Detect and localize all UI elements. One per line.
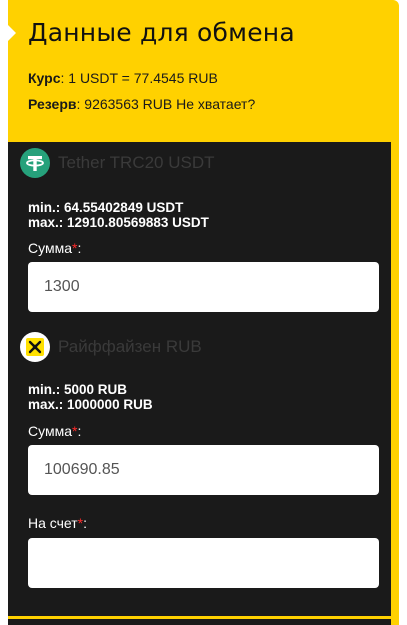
account-input[interactable] — [28, 538, 379, 588]
give-amount-value: 1300 — [44, 278, 80, 295]
page-title: Данные для обмена — [28, 18, 295, 47]
reserve-label: Резерв — [28, 96, 77, 112]
exchange-rate: Курс: 1 USDT = 77.4545 RUB — [28, 70, 218, 86]
reserve-value: : 9263563 RUB — [76, 96, 177, 112]
panel-notch — [8, 25, 16, 41]
form-bottom-edge — [8, 616, 391, 625]
get-amount-label: Сумма*: — [28, 423, 82, 439]
rate-label: Курс — [28, 70, 61, 86]
exchange-form: Tether TRC20 USDT min.: 64.55402849 USDT… — [8, 142, 391, 616]
give-amount-input[interactable]: 1300 — [28, 262, 379, 312]
give-currency-name: Tether TRC20 USDT — [58, 153, 215, 172]
give-limits: min.: 64.55402849 USDT max.: 12910.80569… — [28, 200, 209, 230]
not-enough-link[interactable]: Не хватает? — [176, 96, 255, 112]
get-currency-header: Райффайзен RUB — [20, 332, 202, 362]
get-amount-value: 100690.85 — [44, 461, 120, 478]
get-min: min.: 5000 RUB — [28, 382, 128, 397]
get-limits: min.: 5000 RUB max.: 1000000 RUB — [28, 382, 153, 412]
rate-value: : 1 USDT = 77.4545 RUB — [60, 70, 218, 86]
give-currency-header: Tether TRC20 USDT — [20, 148, 215, 178]
tether-icon — [20, 148, 50, 178]
give-max: max.: 12910.80569883 USDT — [28, 215, 209, 230]
get-max: max.: 1000000 RUB — [28, 397, 153, 412]
reserve-info: Резерв: 9263563 RUB Не хватает? — [28, 96, 255, 112]
account-label: На счет*: — [28, 515, 87, 531]
get-currency-name: Райффайзен RUB — [58, 337, 202, 356]
raiffeisen-icon — [20, 332, 50, 362]
give-min: min.: 64.55402849 USDT — [28, 200, 184, 215]
give-amount-label: Сумма*: — [28, 240, 82, 256]
get-amount-input[interactable]: 100690.85 — [28, 445, 379, 495]
